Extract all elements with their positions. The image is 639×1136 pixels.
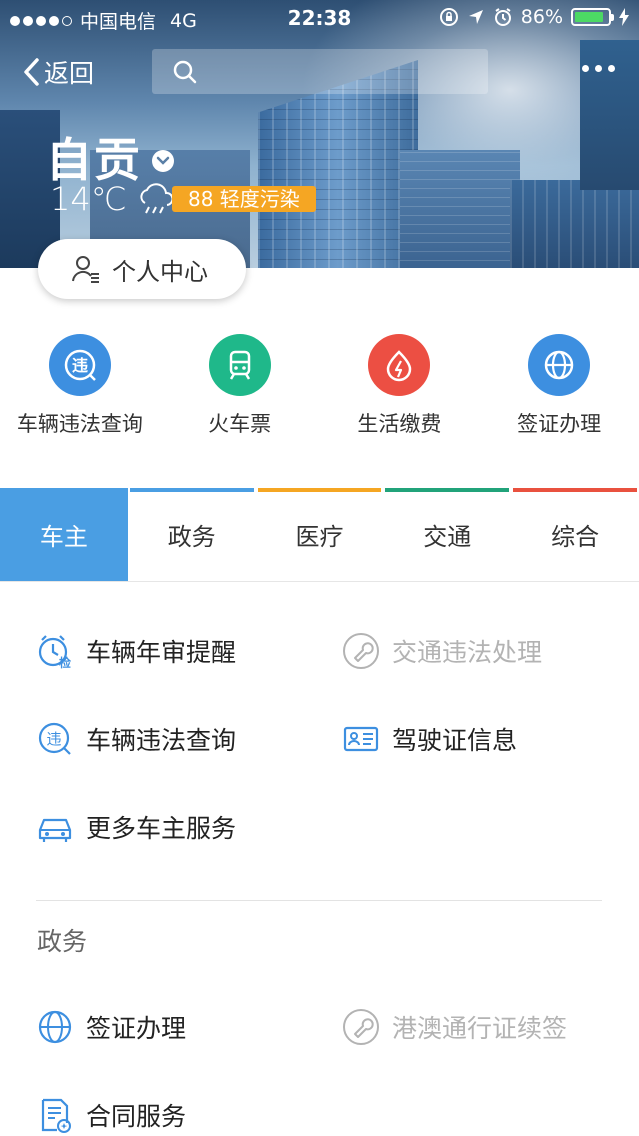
service-label: 车辆年审提醒 (86, 638, 237, 667)
tab-label: 综合 (551, 523, 600, 551)
quick-label: 火车票 (208, 412, 272, 436)
alarm-icon (494, 8, 511, 26)
temperature: 14℃ (50, 180, 127, 218)
service-more-car-owner[interactable]: 更多车主服务 (36, 808, 236, 846)
status-left: 中国电信 4G (10, 7, 197, 34)
search-input[interactable] (206, 57, 476, 87)
cloud-rain-icon (140, 183, 174, 214)
location-arrow-icon (468, 10, 483, 24)
quick-train-ticket[interactable]: 火车票 (160, 334, 320, 444)
tab-general[interactable]: 综合 (511, 488, 639, 581)
chevron-left-icon (24, 58, 39, 86)
user-center-label: 个人中心 (112, 257, 208, 286)
quick-violation-query[interactable]: 违 车辆违法查询 (0, 334, 160, 444)
status-bar: 中国电信 4G 22:38 86% (0, 0, 639, 36)
tab-color-bar (513, 488, 637, 492)
more-options-button[interactable] (582, 65, 615, 72)
svg-text:违: 违 (46, 730, 61, 748)
service-label: 港澳通行证续签 (392, 1014, 568, 1043)
service-label: 车辆违法查询 (86, 726, 237, 755)
battery-percent: 86% (520, 6, 563, 28)
tab-color-bar (385, 488, 510, 492)
globe-icon (36, 1008, 74, 1046)
wrench-icon (342, 632, 380, 670)
service-hk-macau-permit[interactable]: 港澳通行证续签 (342, 1008, 567, 1046)
more-dot (595, 65, 602, 72)
air-quality-badge: 88 轻度污染 (172, 186, 316, 212)
battery-icon (571, 8, 614, 26)
service-label: 驾驶证信息 (392, 726, 518, 755)
tab-label: 政务 (167, 523, 216, 551)
section-divider (36, 900, 602, 901)
service-label: 交通违法处理 (392, 638, 543, 667)
quick-label: 生活缴费 (357, 412, 442, 436)
building-middle (400, 150, 520, 268)
tab-color-bar (257, 488, 382, 492)
license-card-icon (342, 720, 380, 758)
back-button[interactable]: 返回 (22, 54, 94, 90)
tab-color-bar (2, 488, 126, 492)
more-dot (608, 65, 615, 72)
violation-icon: 违 (36, 720, 74, 758)
tab-car-owner[interactable]: 车主 (0, 488, 128, 581)
contract-icon (36, 1096, 74, 1134)
user-profile-icon (72, 256, 99, 283)
tab-government[interactable]: 政务 (128, 488, 256, 581)
tab-medical[interactable]: 医疗 (256, 488, 384, 581)
category-tabs: 车主 政务 医疗 交通 综合 (0, 488, 639, 582)
quick-visa[interactable]: 签证办理 (479, 334, 639, 444)
building-right (510, 180, 639, 268)
train-icon (208, 334, 271, 396)
back-label: 返回 (44, 59, 95, 88)
annual-inspection-icon: 检 (36, 632, 74, 670)
quick-label: 车辆违法查询 (16, 412, 143, 436)
user-center-button[interactable]: 个人中心 (38, 239, 246, 299)
quick-utility-payment[interactable]: 生活缴费 (320, 334, 480, 444)
violation-icon: 违 (48, 334, 111, 396)
tab-label: 车主 (39, 523, 88, 551)
service-label: 签证办理 (86, 1014, 187, 1043)
tab-color-bar (129, 488, 254, 492)
charging-icon (619, 8, 629, 26)
tab-label: 交通 (423, 523, 472, 551)
tab-label: 医疗 (295, 523, 344, 551)
service-traffic-violation-handling[interactable]: 交通违法处理 (342, 632, 542, 670)
chevron-down-icon (152, 150, 174, 172)
tab-transport[interactable]: 交通 (383, 488, 511, 581)
quick-services: 违 车辆违法查询 火车票 生活缴费 签证办理 (0, 334, 639, 444)
weather: 14℃ (50, 180, 177, 218)
service-visa[interactable]: 签证办理 (36, 1008, 186, 1046)
quick-label: 签证办理 (517, 412, 602, 436)
globe-icon (528, 334, 591, 396)
service-label: 更多车主服务 (86, 814, 237, 843)
status-right: 86% (439, 6, 629, 28)
building-top-right (580, 40, 639, 190)
service-label: 合同服务 (86, 1102, 187, 1131)
rotation-lock-icon (439, 8, 458, 26)
carrier-label: 中国电信 (80, 11, 157, 33)
utility-bill-icon (368, 334, 431, 396)
wrench-icon (342, 1008, 380, 1046)
section-title-government: 政务 (37, 927, 88, 956)
service-contract[interactable]: 合同服务 (36, 1096, 186, 1134)
svg-text:违: 违 (72, 356, 88, 375)
service-driver-license[interactable]: 驾驶证信息 (342, 720, 517, 758)
network-label: 4G (170, 9, 197, 32)
car-icon (36, 808, 74, 846)
more-dot (582, 65, 589, 72)
service-annual-inspection[interactable]: 检 车辆年审提醒 (36, 632, 236, 670)
svg-text:检: 检 (59, 655, 71, 670)
service-violation-query[interactable]: 违 车辆违法查询 (36, 720, 236, 758)
signal-strength-icon (10, 15, 72, 26)
search-box[interactable] (152, 49, 488, 94)
search-icon (173, 60, 197, 84)
